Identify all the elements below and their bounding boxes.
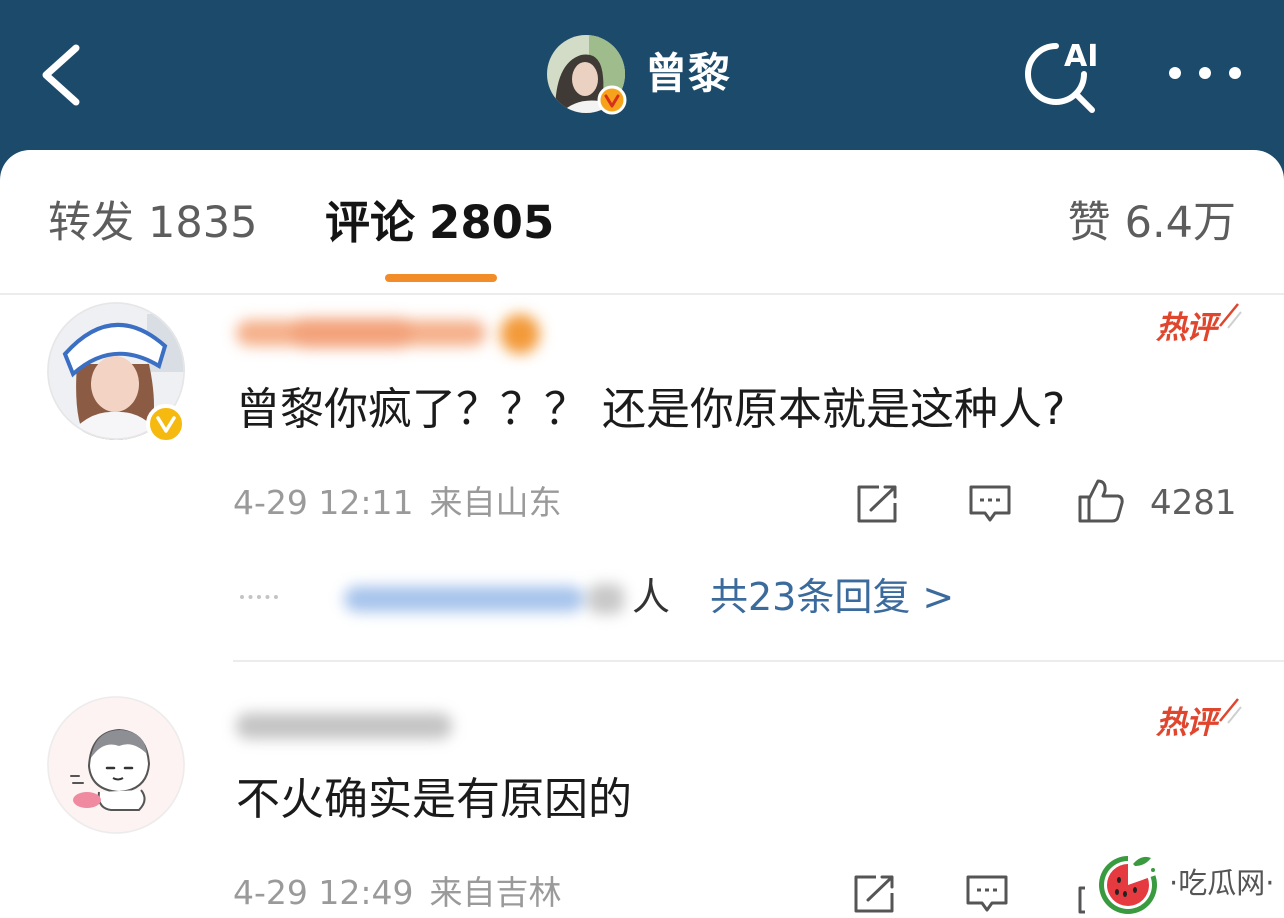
comment-icon[interactable] (967, 483, 1013, 525)
view-replies-link[interactable]: 共23条回复 > (710, 570, 954, 624)
tab-label: 评论 (325, 196, 416, 249)
share-icon[interactable] (855, 483, 901, 525)
hot-comment-badge: 热评 (1156, 300, 1242, 356)
comment-text: 不火确实是有原因的 (236, 774, 632, 825)
comment-meta: 4-29 12:49 来自吉林 (233, 870, 562, 916)
tab-comments[interactable]: 评论 2805 (325, 195, 554, 251)
tab-likes[interactable]: 赞 6.4万 (1068, 195, 1236, 251)
tab-count: 6.4万 (1124, 198, 1236, 248)
reply-prefix-dots (240, 595, 278, 599)
tabs-divider (0, 293, 1284, 295)
tab-count: 1835 (148, 198, 258, 248)
site-watermark: ·吃瓜网· (1085, 848, 1284, 918)
comment-time: 4-29 12:11 (233, 483, 414, 522)
active-tab-indicator (385, 274, 497, 282)
like-icon[interactable] (1076, 477, 1126, 525)
hot-comment-badge: 热评 (1156, 695, 1242, 751)
badge-flourish-icon (1219, 698, 1242, 724)
username-blurred[interactable] (232, 310, 552, 356)
like-count: 4281 (1150, 483, 1237, 523)
comment-icon[interactable] (964, 873, 1010, 915)
watermelon-icon (1099, 852, 1159, 914)
ai-search-icon[interactable]: AI (1020, 30, 1112, 116)
verified-badge-icon (597, 85, 627, 115)
tab-label: 转发 (48, 198, 134, 248)
reply-suffix: 人 (632, 575, 671, 619)
username-blurred[interactable] (232, 705, 458, 747)
verified-badge-icon (146, 404, 186, 444)
comment-meta: 4-29 12:11 来自山东 (233, 480, 562, 526)
comment-location: 来自山东 (429, 483, 562, 522)
more-dots-icon[interactable] (1163, 60, 1247, 86)
tab-count: 2805 (429, 196, 555, 249)
comments-panel: 转发 1835 评论 2805 赞 6.4万 热评 曾黎你疯了？？？ 还是你原本… (0, 150, 1284, 918)
tab-repost[interactable]: 转发 1835 (48, 195, 257, 251)
watermark-text: ·吃瓜网· (1169, 866, 1275, 900)
tab-label: 赞 (1067, 198, 1111, 248)
comment-location: 来自吉林 (429, 873, 562, 912)
ai-label: AI (1064, 39, 1098, 74)
page-title: 曾黎 (645, 49, 732, 98)
comment-time: 4-29 12:49 (233, 873, 414, 912)
reply-username-blurred[interactable] (340, 576, 632, 620)
share-icon[interactable] (852, 873, 898, 915)
chevron-left-icon[interactable] (34, 42, 86, 108)
comment-text: 曾黎你疯了？？？ 还是你原本就是这种人? (236, 384, 1066, 435)
badge-flourish-icon (1219, 303, 1242, 329)
commenter-avatar[interactable] (47, 696, 185, 834)
comment-divider (233, 660, 1284, 662)
